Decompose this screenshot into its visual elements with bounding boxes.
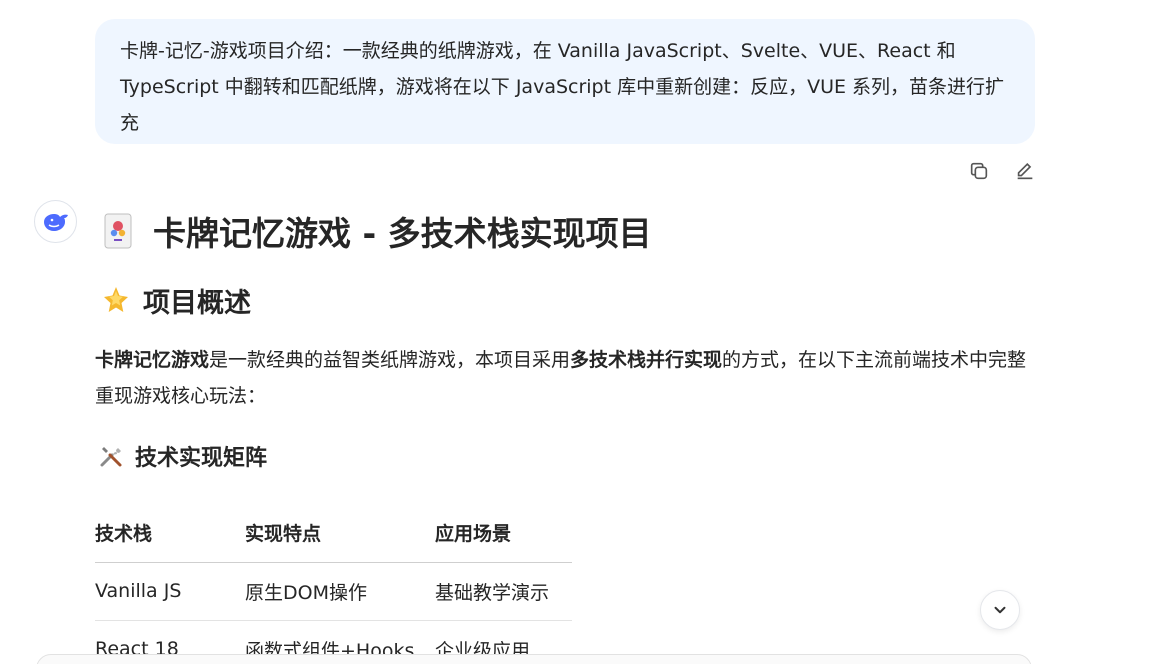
answer-title-text: 卡牌记忆游戏 - 多技术栈实现项目 <box>153 214 652 253</box>
matrix-heading: 技术实现矩阵 <box>95 436 1045 476</box>
assistant-avatar <box>34 200 77 243</box>
overview-heading-text: 项目概述 <box>143 287 251 319</box>
joker-card-icon <box>101 211 135 251</box>
table-header-cell: 应用场景 <box>435 504 572 563</box>
table-header-cell: 实现特点 <box>245 504 435 563</box>
intro-bold-2: 多技术栈并行实现 <box>570 349 723 371</box>
answer-title: 卡牌记忆游戏 - 多技术栈实现项目 <box>95 200 1045 262</box>
copy-button[interactable] <box>966 158 992 184</box>
intro-text-1: 是一款经典的益智类纸牌游戏，本项目采用 <box>209 349 571 371</box>
user-message-text: 卡牌-记忆-游戏项目介绍：一款经典的纸牌游戏，在 Vanilla JavaScr… <box>120 40 1005 134</box>
table-cell: 原生DOM操作 <box>245 562 435 621</box>
glowing-star-icon <box>99 283 133 317</box>
chevron-down-icon <box>994 606 1006 614</box>
matrix-heading-text: 技术实现矩阵 <box>135 446 268 471</box>
chat-input-box[interactable] <box>36 654 1032 664</box>
edit-button[interactable] <box>1012 158 1038 184</box>
tech-matrix-table: 技术栈 实现特点 应用场景 Vanilla JS 原生DOM操作 基础教学演示 … <box>95 504 572 664</box>
message-actions <box>966 158 1038 184</box>
copy-icon <box>970 162 988 180</box>
table-row: Vanilla JS 原生DOM操作 基础教学演示 <box>95 562 572 621</box>
intro-bold-1: 卡牌记忆游戏 <box>95 349 210 371</box>
overview-heading: 项目概述 <box>95 272 1045 328</box>
table-header-row: 技术栈 实现特点 应用场景 <box>95 504 572 563</box>
intro-paragraph: 卡牌记忆游戏是一款经典的益智类纸牌游戏，本项目采用多技术栈并行实现的方式，在以下… <box>95 342 1040 414</box>
edit-icon <box>1017 162 1033 180</box>
table-cell: Vanilla JS <box>95 562 245 621</box>
table-cell: 基础教学演示 <box>435 562 572 621</box>
scroll-to-bottom-button[interactable] <box>980 590 1020 630</box>
user-message-bubble: 卡牌-记忆-游戏项目介绍：一款经典的纸牌游戏，在 Vanilla JavaScr… <box>95 19 1035 144</box>
whale-logo-icon <box>43 213 68 231</box>
assistant-answer: 卡牌记忆游戏 - 多技术栈实现项目 项目概述 卡牌记忆游戏是一款经典的益智类纸牌… <box>95 200 1045 664</box>
table-header-cell: 技术栈 <box>95 504 245 563</box>
tools-icon <box>97 442 125 470</box>
chat-page: 卡牌-记忆-游戏项目介绍：一款经典的纸牌游戏，在 Vanilla JavaScr… <box>0 0 1165 664</box>
